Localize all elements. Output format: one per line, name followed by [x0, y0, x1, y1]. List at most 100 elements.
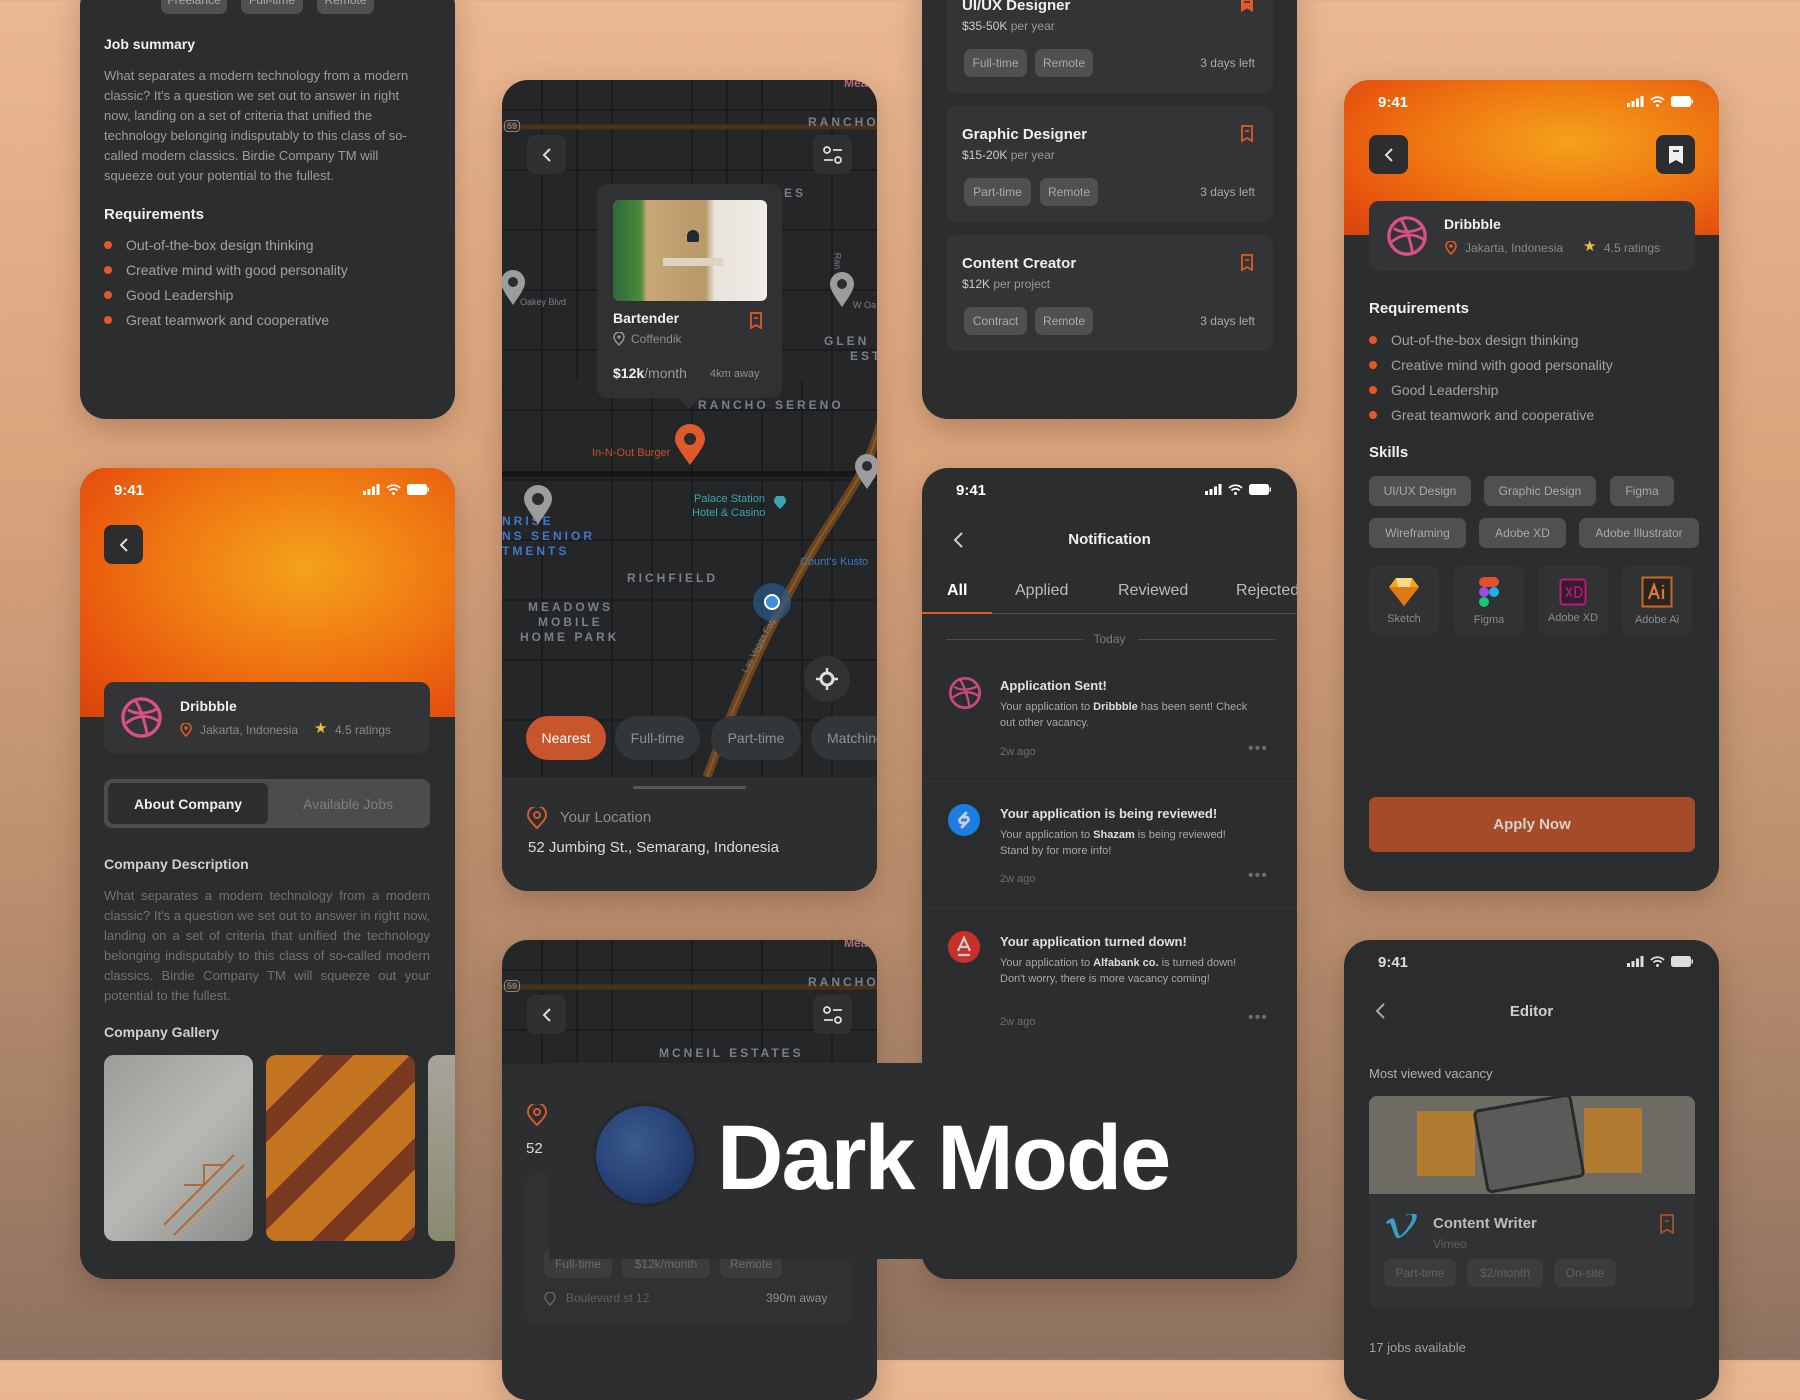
filter-chip-full-time[interactable]: Full-time	[615, 716, 700, 760]
skill-chip: Wireframing	[1369, 518, 1466, 548]
tag-freelance: Freelance	[161, 0, 227, 14]
company-card: Dribbble Jakarta, Indonesia ★ 4.5 rating…	[104, 682, 430, 753]
filter-sliders-icon	[822, 145, 842, 164]
map-label-mea: Mea	[844, 940, 868, 950]
tab-available-jobs[interactable]: Available Jobs	[268, 783, 428, 824]
tab-reviewed[interactable]: Reviewed	[1118, 582, 1188, 600]
job-place: Boulevard st 12	[566, 1291, 650, 1305]
address-text: 52 Jumbing St., Semarang, Indonesia	[528, 839, 779, 856]
skills-heading: Skills	[1369, 444, 1409, 461]
gallery-image-plant[interactable]	[428, 1055, 455, 1241]
tag-part-time: Part-time	[964, 178, 1031, 206]
battery-icon	[407, 484, 429, 495]
job-salary: $15-20K per year	[962, 148, 1055, 162]
map-label-rancho: RANCHO	[808, 975, 877, 989]
skill-chip: Adobe Illustrator	[1579, 518, 1699, 548]
back-button[interactable]	[1369, 135, 1408, 174]
map-label-counts: Count's Kusto	[800, 556, 869, 568]
requirements-heading: Requirements	[1369, 300, 1470, 317]
skill-chip: Figma	[1610, 476, 1674, 506]
tab-rejected[interactable]: Rejected	[1236, 582, 1297, 600]
map-label-route: 59	[504, 120, 521, 132]
bookmark-button[interactable]	[1656, 135, 1695, 174]
address-text: 52	[526, 1140, 543, 1157]
filter-button[interactable]	[813, 995, 852, 1034]
map-label-palace-2: Hotel & Casino	[692, 507, 766, 519]
notification-title: Your application turned down!	[1000, 934, 1187, 949]
days-left: 3 days left	[1200, 314, 1255, 328]
vacancy-image[interactable]	[1369, 1096, 1695, 1194]
notification-title: Application Sent!	[1000, 678, 1107, 693]
location-pin-icon	[613, 332, 625, 346]
vimeo-logo-icon	[1386, 1214, 1417, 1239]
job-popup-card[interactable]: Bartender Coffendik $12k/month 4km away	[597, 184, 782, 398]
company-tabs: About Company Available Jobs	[104, 779, 430, 828]
job-detail-panel-right: 9:41 Dribbble Jakarta, Indonesia ★ 4.5 r…	[1344, 80, 1719, 891]
tab-all[interactable]: All	[947, 582, 967, 600]
map-label-meadows-3: HOME PARK	[520, 630, 620, 644]
job-card[interactable]: UI/UX Designer $35-50K per year Full-tim…	[946, 0, 1273, 93]
map-panel: Mea 59 RANCHO ES GLEN EST RANCHO SERENO …	[502, 80, 877, 891]
job-card[interactable]: Graphic Designer $15-20K per year Part-t…	[946, 106, 1273, 222]
more-options-icon[interactable]: •••	[1248, 867, 1268, 885]
job-card[interactable]: Content Creator $12K per project Contrac…	[946, 235, 1273, 351]
requirement-item: Creative mind with good personality	[104, 262, 348, 278]
job-salary: $12K per project	[962, 277, 1051, 291]
map-label-mea: Mea	[844, 80, 868, 90]
filter-button[interactable]	[813, 135, 852, 174]
job-salary: $12k/month	[613, 365, 687, 381]
filter-sliders-icon	[822, 1005, 842, 1024]
job-title: Content Writer	[1433, 1215, 1537, 1232]
tab-applied[interactable]: Applied	[1015, 582, 1068, 600]
adobe-xd-logo-icon	[1559, 578, 1587, 605]
bookmark-icon[interactable]	[1659, 1214, 1675, 1234]
recenter-button[interactable]	[804, 656, 850, 702]
vacancy-card[interactable]: Content Writer Vimeo Part-time $2/month …	[1369, 1194, 1695, 1309]
tag-contract: Contract	[964, 307, 1027, 335]
wifi-icon	[1228, 484, 1243, 495]
sheet-handle[interactable]	[633, 786, 746, 789]
gallery-image-stairs[interactable]	[104, 1055, 253, 1241]
location-sheet[interactable]: Your Location 52 Jumbing St., Semarang, …	[502, 777, 877, 891]
notification-body: Your application to Alfabank co. is turn…	[1000, 957, 1237, 985]
signal-icon	[1627, 956, 1644, 967]
map-pin-icon[interactable]	[854, 454, 877, 490]
dribbble-logo-icon	[948, 676, 982, 710]
back-button[interactable]	[527, 995, 566, 1034]
editor-panel: 9:41 Editor Most viewed vacancy Content …	[1344, 940, 1719, 1400]
gallery-image-orange[interactable]	[266, 1055, 415, 1241]
figma-logo-icon	[1479, 576, 1499, 607]
location-pin-icon	[180, 723, 192, 737]
more-options-icon[interactable]: •••	[1248, 1009, 1268, 1027]
filter-chip-nearest[interactable]: Nearest	[526, 716, 606, 760]
filter-chip-part-time[interactable]: Part-time	[711, 716, 801, 760]
map-label-meadows-2: MOBILE	[538, 615, 603, 629]
job-distance: 4km away	[710, 368, 760, 380]
notification-time: 2w ago	[1000, 873, 1036, 885]
bookmark-icon[interactable]	[1240, 254, 1254, 271]
page-title: Notification	[1068, 531, 1151, 548]
bookmark-icon[interactable]	[1240, 125, 1254, 142]
map-label-mcneil: MCNEIL ESTATES	[659, 1046, 804, 1060]
wifi-icon	[1650, 96, 1665, 107]
tag-remote: Remote	[1035, 49, 1093, 77]
map-label-woa: W Oa	[853, 300, 877, 310]
map-pin-icon[interactable]	[523, 485, 553, 525]
requirement-item: Out-of-the-box design thinking	[1369, 332, 1579, 348]
bookmark-filled-icon[interactable]	[1240, 0, 1254, 13]
bookmark-icon[interactable]	[749, 312, 763, 329]
map-pin-icon[interactable]	[502, 270, 526, 306]
crosshair-icon	[816, 668, 838, 690]
map-pin-icon[interactable]	[829, 272, 855, 308]
location-pin-icon	[1445, 241, 1457, 255]
back-button[interactable]	[104, 525, 143, 564]
tab-about-company[interactable]: About Company	[108, 783, 268, 824]
section-divider	[1138, 639, 1276, 640]
apply-now-button[interactable]: Apply Now	[1369, 797, 1695, 852]
more-options-icon[interactable]: •••	[1248, 740, 1268, 758]
job-title: Graphic Designer	[962, 126, 1088, 143]
filter-chip-matching[interactable]: Matching	[811, 716, 877, 760]
back-button[interactable]	[527, 135, 566, 174]
selected-map-pin-icon[interactable]	[674, 424, 706, 466]
requirement-item: Out-of-the-box design thinking	[104, 237, 314, 253]
